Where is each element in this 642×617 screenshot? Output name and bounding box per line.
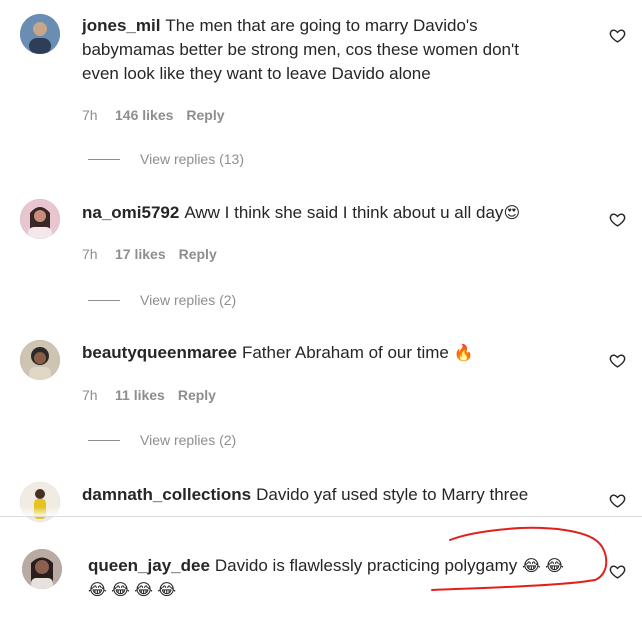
fire-emoji: 🔥 — [453, 345, 474, 362]
comment-meta: 7h 146 likes Reply — [82, 107, 225, 123]
heart-icon[interactable] — [609, 563, 626, 580]
avatar[interactable] — [22, 549, 62, 589]
comment-username[interactable]: damnath_collections — [82, 485, 251, 504]
comment-username[interactable]: queen_jay_dee — [88, 556, 210, 575]
comment-text: na_omi5792 Aww I think she said I think a… — [82, 203, 521, 222]
reply-button[interactable]: Reply — [179, 246, 217, 262]
comment-username[interactable]: na_omi5792 — [82, 203, 179, 222]
comment-text: damnath_collections Davido yaf used style… — [82, 485, 529, 504]
comment-meta: 7h 17 likes Reply — [82, 246, 217, 262]
comment-text: queen_jay_dee Davido is flawlessly practi… — [88, 554, 564, 603]
comment-username[interactable]: jones_mil — [82, 16, 160, 35]
comment-likes[interactable]: 17 likes — [115, 246, 166, 262]
heart-icon[interactable] — [609, 27, 626, 44]
comment-meta: 7h 11 likes Reply — [82, 387, 216, 403]
comment-time[interactable]: 7h — [82, 246, 115, 262]
reply-button[interactable]: Reply — [178, 387, 216, 403]
laughing-emoji-row: 😂 😂 😂 😂 — [88, 582, 177, 599]
comment-text: beautyqueenmaree Father Abraham of our ti… — [82, 343, 474, 362]
view-replies-button[interactable]: View replies (13) — [88, 151, 244, 167]
divider-line — [88, 439, 120, 441]
comment-time[interactable]: 7h — [82, 107, 115, 123]
avatar[interactable] — [20, 340, 60, 380]
divider-line — [88, 299, 120, 301]
heart-icon[interactable] — [609, 211, 626, 228]
comment-time[interactable]: 7h — [82, 387, 115, 403]
view-replies-button[interactable]: View replies (2) — [88, 292, 236, 308]
heart-eyes-emoji: 😍 — [503, 205, 521, 222]
heart-icon[interactable] — [609, 492, 626, 509]
divider — [0, 516, 642, 517]
avatar[interactable] — [20, 14, 60, 54]
reply-button[interactable]: Reply — [186, 107, 224, 123]
avatar[interactable] — [20, 199, 60, 239]
laughing-emoji: 😂 😂 — [521, 558, 564, 575]
comment-text: jones_mil The men that are going to marry… — [82, 16, 519, 83]
comment-username[interactable]: beautyqueenmaree — [82, 343, 237, 362]
divider-line — [88, 158, 120, 160]
comment-likes[interactable]: 11 likes — [115, 387, 165, 403]
comment-likes[interactable]: 146 likes — [115, 107, 173, 123]
heart-icon[interactable] — [609, 352, 626, 369]
view-replies-button[interactable]: View replies (2) — [88, 432, 236, 448]
